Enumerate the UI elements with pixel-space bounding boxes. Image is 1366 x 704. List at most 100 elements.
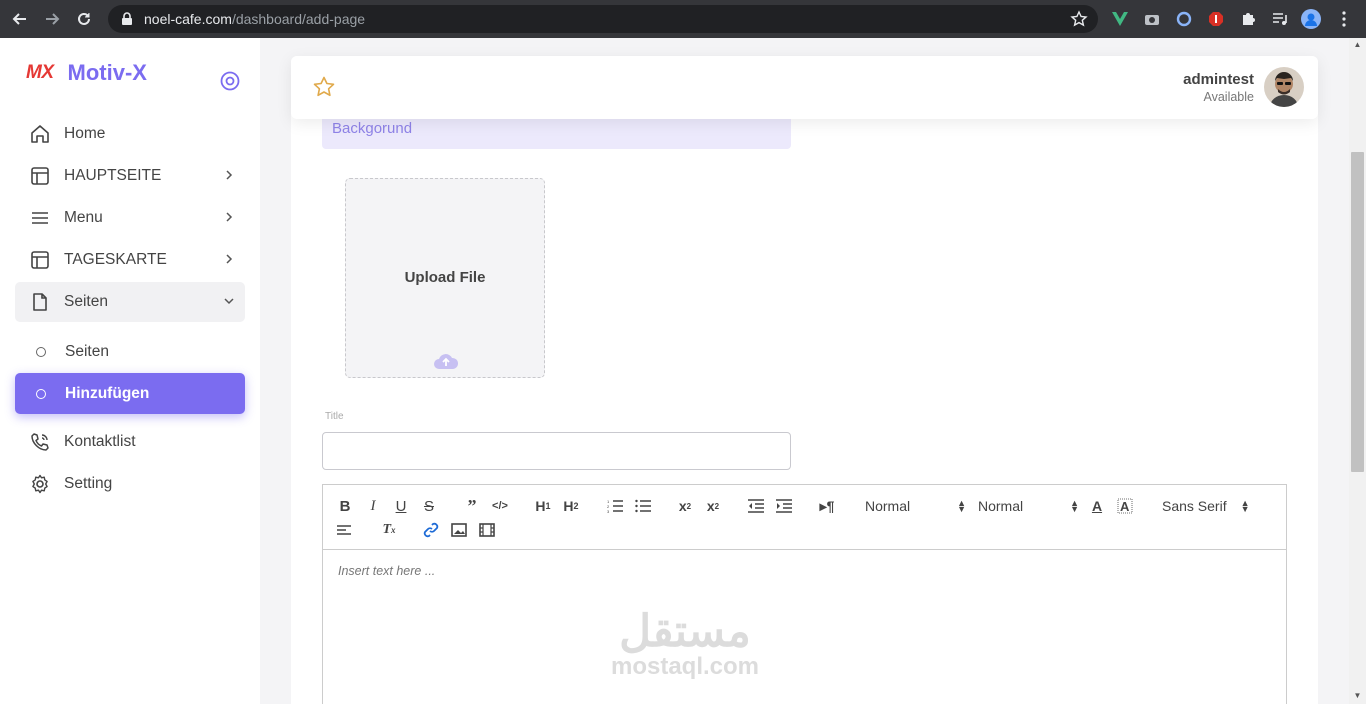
header-select-value: Normal: [865, 498, 911, 514]
profile-avatar-icon[interactable]: [1301, 9, 1321, 29]
chevron-right-icon: [226, 254, 233, 264]
bullet-list-icon[interactable]: [632, 496, 654, 516]
home-icon: [29, 123, 51, 145]
image-icon[interactable]: [448, 520, 470, 540]
sidebar-subitem-label: Hinzufügen: [65, 384, 150, 402]
reload-icon[interactable]: [72, 7, 96, 31]
updown-chevron-icon: ▲ ▼: [1070, 498, 1080, 514]
sidebar-item-home[interactable]: Home: [15, 114, 245, 154]
subscript-icon[interactable]: x2: [674, 496, 696, 516]
watermark-latin: mostaql.com: [610, 653, 760, 680]
adblock-extension-icon[interactable]: [1206, 9, 1226, 29]
editor-toolbar: B I U S ” </> H1 H2 123 x2 x2 ▸¶ Normal ▲…: [323, 485, 1286, 550]
font-select[interactable]: Sans Serif ▲ ▼: [1162, 496, 1250, 516]
ordered-list-icon[interactable]: 123: [604, 496, 626, 516]
sidebar-item-setting[interactable]: Setting: [15, 464, 245, 504]
rich-text-editor: B I U S ” </> H1 H2 123 x2 x2 ▸¶ Normal ▲…: [322, 484, 1287, 704]
gear-icon: [29, 473, 51, 495]
svg-text:3: 3: [607, 509, 610, 513]
updown-chevron-icon: ▲ ▼: [1240, 498, 1250, 514]
link-icon[interactable]: [420, 520, 442, 540]
sidebar-item-label: Setting: [64, 475, 113, 492]
sync-extension-icon[interactable]: [1174, 9, 1194, 29]
camera-extension-icon[interactable]: [1142, 9, 1162, 29]
sidebar-item-label: Kontaktlist: [64, 433, 136, 450]
scroll-down-arrow-icon[interactable]: ▼: [1349, 689, 1366, 703]
underline-icon[interactable]: U: [390, 496, 412, 516]
brand-logo: MX: [26, 62, 54, 83]
sidebar-item-menu[interactable]: Menu: [15, 198, 245, 238]
bookmark-star-icon[interactable]: [1070, 10, 1088, 28]
chevron-down-icon: [224, 298, 234, 305]
sidebar-item-label: Seiten: [64, 293, 108, 310]
clear-format-icon[interactable]: Tx: [378, 520, 400, 540]
address-bar[interactable]: noel-cafe.com/dashboard/add-page: [108, 5, 1098, 33]
watermark: مستقل mostaql.com: [595, 610, 775, 680]
media-playlist-icon[interactable]: [1270, 9, 1290, 29]
sidebar-item-hauptseite[interactable]: HAUPTSEITE: [15, 156, 245, 196]
sidebar-subitem-hinzufuegen[interactable]: Hinzufügen: [15, 373, 245, 414]
star-icon[interactable]: [312, 75, 336, 99]
extensions-puzzle-icon[interactable]: [1238, 9, 1258, 29]
heading-1-icon[interactable]: H1: [532, 496, 554, 516]
italic-icon[interactable]: I: [362, 496, 384, 516]
outdent-icon[interactable]: [745, 496, 767, 516]
sidebar-item-label: Menu: [64, 209, 103, 226]
browser-toolbar: noel-cafe.com/dashboard/add-page: [0, 0, 1366, 38]
text-direction-icon[interactable]: ▸¶: [816, 496, 838, 516]
sidebar-item-kontaktlist[interactable]: Kontaktlist: [15, 422, 245, 462]
background-field-label: Backgorund: [332, 120, 413, 137]
size-select[interactable]: Normal ▲ ▼: [978, 496, 1079, 516]
sidebar: MX Motiv-X Home HAUPTSEITE Menu TAGESKAR…: [0, 38, 260, 704]
top-header: admintest Available: [291, 56, 1318, 119]
sidebar-subitem-seiten[interactable]: Seiten: [15, 331, 245, 372]
blockquote-icon[interactable]: ”: [461, 496, 483, 516]
code-icon[interactable]: </>: [489, 496, 511, 516]
brand-name: Motiv-X: [67, 60, 147, 85]
watermark-arabic: مستقل: [619, 607, 751, 656]
sidebar-item-seiten[interactable]: Seiten: [15, 282, 245, 322]
scrollbar-thumb[interactable]: [1351, 152, 1364, 472]
text-color-icon[interactable]: A: [1086, 496, 1108, 516]
user-info[interactable]: admintest Available: [1183, 71, 1254, 104]
layout-icon: [29, 249, 51, 271]
user-status: Available: [1203, 90, 1254, 104]
sidebar-item-label: HAUPTSEITE: [64, 167, 162, 184]
sidebar-item-label: TAGESKARTE: [64, 251, 167, 268]
size-select-value: Normal: [978, 498, 1024, 514]
upload-dropzone[interactable]: Upload File: [345, 178, 545, 378]
chevron-right-icon: [226, 212, 233, 222]
align-left-icon[interactable]: [334, 520, 356, 540]
strikethrough-icon[interactable]: S: [418, 496, 440, 516]
scroll-up-arrow-icon[interactable]: ▲: [1349, 38, 1366, 52]
superscript-icon[interactable]: x2: [702, 496, 724, 516]
back-icon[interactable]: [8, 7, 32, 31]
editor-placeholder[interactable]: Insert text here ...: [338, 564, 435, 578]
layout-icon: [29, 165, 51, 187]
brand[interactable]: MX Motiv-X: [26, 60, 147, 86]
video-icon[interactable]: [476, 520, 498, 540]
chevron-right-icon: [226, 170, 233, 180]
username: admintest: [1183, 71, 1254, 88]
phone-icon: [29, 431, 51, 453]
indent-icon[interactable]: [773, 496, 795, 516]
avatar[interactable]: [1264, 67, 1304, 107]
browser-menu-icon[interactable]: [1334, 9, 1354, 29]
sidebar-item-label: Home: [64, 125, 106, 142]
background-color-icon[interactable]: A: [1114, 496, 1136, 516]
upload-label: Upload File: [404, 269, 486, 286]
sidebar-item-tageskarte[interactable]: TAGESKARTE: [15, 240, 245, 280]
menu-lines-icon: [29, 207, 51, 229]
bold-icon[interactable]: B: [334, 496, 356, 516]
url-text: noel-cafe.com/dashboard/add-page: [144, 11, 366, 27]
svg-text:A: A: [1120, 499, 1130, 514]
circle-bullet-icon: [36, 388, 46, 399]
vue-devtools-icon[interactable]: [1110, 9, 1130, 29]
sidebar-toggle-icon[interactable]: [220, 71, 240, 91]
lock-icon: [122, 12, 132, 25]
title-input[interactable]: [322, 432, 791, 470]
forward-icon[interactable]: [40, 7, 64, 31]
header-select[interactable]: Normal ▲ ▼: [865, 496, 966, 516]
title-label: Title: [325, 411, 344, 422]
heading-2-icon[interactable]: H2: [560, 496, 582, 516]
